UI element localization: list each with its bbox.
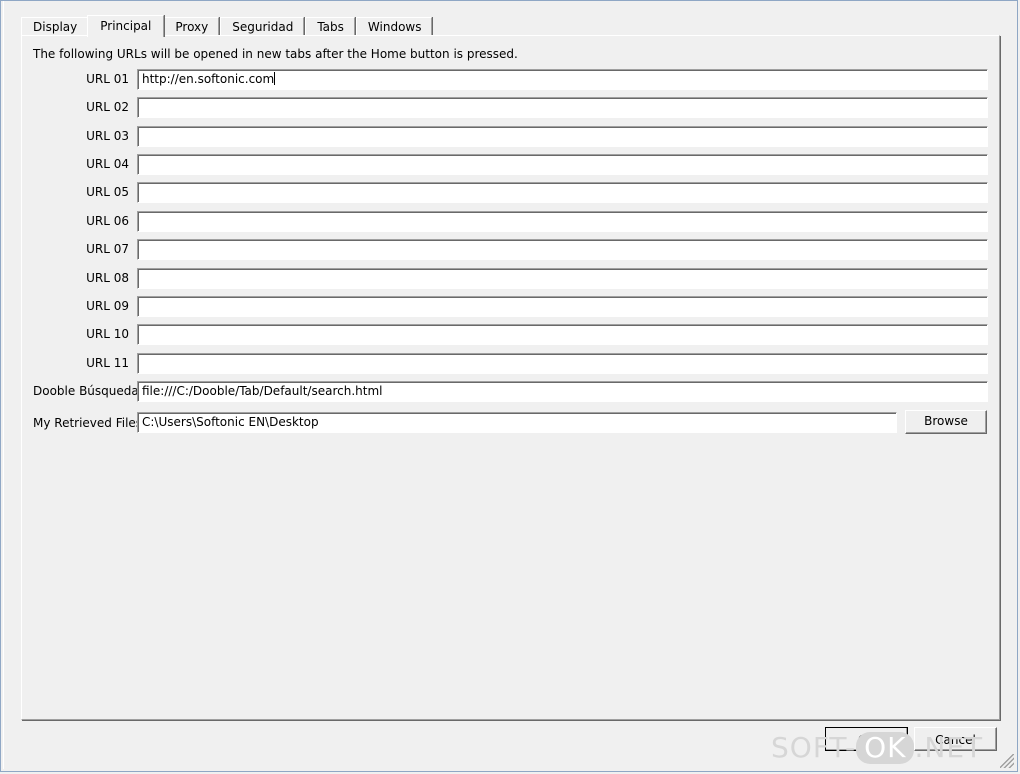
url-row: URL 06 [22, 210, 999, 232]
url-row: URL 10 [22, 323, 999, 345]
search-label: Dooble Búsqueda [33, 384, 139, 398]
principal-panel: The following URLs will be opened in new… [21, 35, 1000, 720]
url-field-11[interactable] [137, 353, 988, 374]
url-label: URL 09 [86, 299, 129, 313]
intro-text: The following URLs will be opened in new… [33, 47, 518, 61]
url-field-03[interactable] [137, 126, 988, 147]
url-field-04[interactable] [137, 154, 988, 175]
url-row: URL 02 [22, 96, 999, 118]
url-field-02[interactable] [137, 97, 988, 118]
tab-strip: Display Principal Proxy Seguridad Tabs W… [21, 15, 433, 37]
cancel-button[interactable]: Cancel [914, 727, 997, 751]
ok-button[interactable]: OK [825, 727, 908, 751]
tab-display[interactable]: Display [21, 17, 89, 36]
url-field-08[interactable] [137, 268, 988, 289]
url-row: URL 04 [22, 153, 999, 175]
url-field-05[interactable] [137, 182, 988, 203]
tab-principal[interactable]: Principal [87, 15, 165, 37]
url-row: URL 05 [22, 181, 999, 203]
search-url-field[interactable]: file:///C:/Dooble/Tab/Default/search.htm… [137, 381, 988, 402]
url-row: URL 11 [22, 352, 999, 374]
url-label: URL 05 [86, 185, 129, 199]
url-label: URL 04 [86, 157, 129, 171]
preferences-window: Display Principal Proxy Seguridad Tabs W… [0, 0, 1018, 772]
tab-proxy[interactable]: Proxy [163, 17, 220, 36]
text-caret [274, 72, 276, 85]
url-field-06[interactable] [137, 211, 988, 232]
url-field-09[interactable] [137, 296, 988, 317]
url-label: URL 02 [86, 100, 129, 114]
url-label: URL 07 [86, 242, 129, 256]
tab-windows[interactable]: Windows [355, 17, 433, 36]
retrieved-files-field[interactable]: C:\Users\Softonic EN\Desktop [137, 412, 897, 433]
url-field-07[interactable] [137, 239, 988, 260]
resize-grip-icon[interactable] [1000, 754, 1014, 768]
files-row: My Retrieved Files C:\Users\Softonic EN\… [22, 410, 999, 436]
url-row: URL 08 [22, 267, 999, 289]
url-label: URL 08 [86, 271, 129, 285]
url-label: URL 10 [86, 327, 129, 341]
tab-tabs[interactable]: Tabs [305, 17, 355, 36]
files-label: My Retrieved Files [33, 416, 143, 430]
url-row: URL 03 [22, 125, 999, 147]
url-row: URL 07 [22, 238, 999, 260]
url-label: URL 03 [86, 129, 129, 143]
url-row: URL 01 http://en.softonic.com [22, 68, 999, 90]
search-row: Dooble Búsqueda file:///C:/Dooble/Tab/De… [22, 380, 999, 402]
browse-button[interactable]: Browse [905, 410, 987, 434]
url-label: URL 11 [86, 356, 129, 370]
url-label: URL 06 [86, 214, 129, 228]
tab-seguridad[interactable]: Seguridad [220, 17, 305, 36]
url-field-10[interactable] [137, 324, 988, 345]
url-label: URL 01 [86, 72, 129, 86]
url-field-01[interactable]: http://en.softonic.com [137, 69, 988, 90]
url-row: URL 09 [22, 295, 999, 317]
